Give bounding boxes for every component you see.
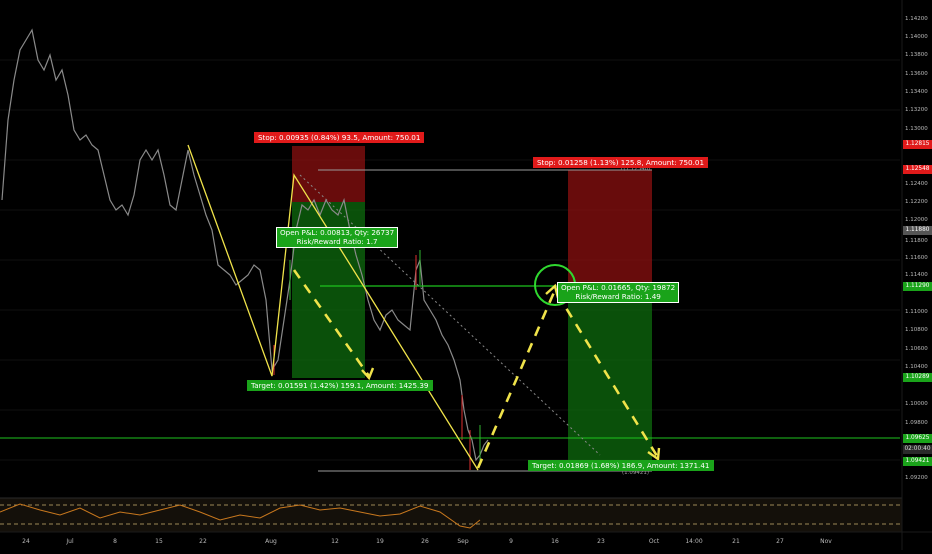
y-tick: 1.11000 xyxy=(905,309,928,315)
trade2-stop-label[interactable]: Stop: 0.01258 (1.13%) 125.8, Amount: 750… xyxy=(533,157,709,168)
x-tick: Oct xyxy=(648,538,660,545)
x-tick: 27 xyxy=(776,538,784,545)
x-tick: Sep xyxy=(457,538,469,545)
x-tick: 26 xyxy=(421,538,429,545)
y-tick: 1.12400 xyxy=(905,181,928,187)
x-tick: 15 xyxy=(155,538,163,545)
x-tick: 19 xyxy=(376,538,384,545)
y-tick: 1.13200 xyxy=(905,107,928,113)
y-tick: 1.13400 xyxy=(905,89,928,95)
price-label-stop-2: 1.12548 xyxy=(903,165,932,174)
chart-area[interactable] xyxy=(0,0,932,550)
y-tick: 1.11600 xyxy=(905,255,928,261)
trade1-stop-zone[interactable] xyxy=(292,146,365,202)
price-label-grey: 1.11880 xyxy=(903,226,932,235)
trade1-rr-line: Risk/Reward Ratio: 1.7 xyxy=(296,236,378,246)
x-tick: Aug xyxy=(265,538,277,545)
y-tick: 1.12000 xyxy=(905,217,928,223)
price-label-target-1: 1.10289 xyxy=(903,373,932,382)
y-tick: 1.13600 xyxy=(905,71,928,77)
trade2-target-zone[interactable] xyxy=(568,287,652,460)
trade2-pnl-box[interactable]: Open P&L: 0.01665, Qty: 19872 Risk/Rewar… xyxy=(557,282,680,303)
x-tick: 23 xyxy=(597,538,605,545)
trade1-pnl-box[interactable]: Open P&L: 0.00813, Qty: 26737 Risk/Rewar… xyxy=(276,227,399,248)
grid-lines xyxy=(0,59,900,461)
y-tick: 1.10800 xyxy=(905,327,928,333)
y-tick: 1.12200 xyxy=(905,199,928,205)
trade2-stop-zone[interactable] xyxy=(568,170,652,287)
trade2-rr-line: Risk/Reward Ratio: 1.49 xyxy=(575,291,661,301)
price-label-current: 1.09625 xyxy=(903,434,932,443)
x-tick: Jul xyxy=(66,538,74,545)
price-label-entry: 1.11290 xyxy=(903,282,932,291)
y-tick: 1.14200 xyxy=(905,16,928,22)
price-label-target-2: 1.09421 xyxy=(903,457,932,466)
x-tick: 8 xyxy=(113,538,117,545)
y-tick: 1.13000 xyxy=(905,126,928,132)
x-tick: 22 xyxy=(199,538,207,545)
y-tick: 1.13800 xyxy=(905,52,928,58)
x-tick: 24 xyxy=(22,538,30,545)
y-tick: 1.10000 xyxy=(905,401,928,407)
trade1-stop-label[interactable]: Stop: 0.00935 (0.84%) 93.5, Amount: 750.… xyxy=(254,132,425,143)
x-tick: 12 xyxy=(331,538,339,545)
countdown-label: 02:00:40 xyxy=(903,445,932,454)
price-label-stop-1: 1.12815 xyxy=(903,140,932,149)
oscillator-panel xyxy=(0,498,902,532)
trade1-target-label[interactable]: Target: 0.01591 (1.42%) 159.1, Amount: 1… xyxy=(247,380,433,391)
price-series xyxy=(1,28,489,462)
y-tick: 1.10400 xyxy=(905,364,928,370)
y-tick: 1.09800 xyxy=(905,420,928,426)
y-tick: 1.09200 xyxy=(905,475,928,481)
x-tick: Nov xyxy=(820,538,832,545)
y-tick: 1.11400 xyxy=(905,272,928,278)
x-tick: 16 xyxy=(551,538,559,545)
x-tick: 9 xyxy=(509,538,513,545)
trade2-target-label[interactable]: Target: 0.01869 (1.68%) 186.9, Amount: 1… xyxy=(528,460,714,471)
y-tick: 1.11800 xyxy=(905,238,928,244)
x-tick: 21 xyxy=(732,538,740,545)
x-tick: 14:00 xyxy=(685,538,703,545)
y-tick: 1.10600 xyxy=(905,346,928,352)
y-tick: 1.14000 xyxy=(905,34,928,40)
